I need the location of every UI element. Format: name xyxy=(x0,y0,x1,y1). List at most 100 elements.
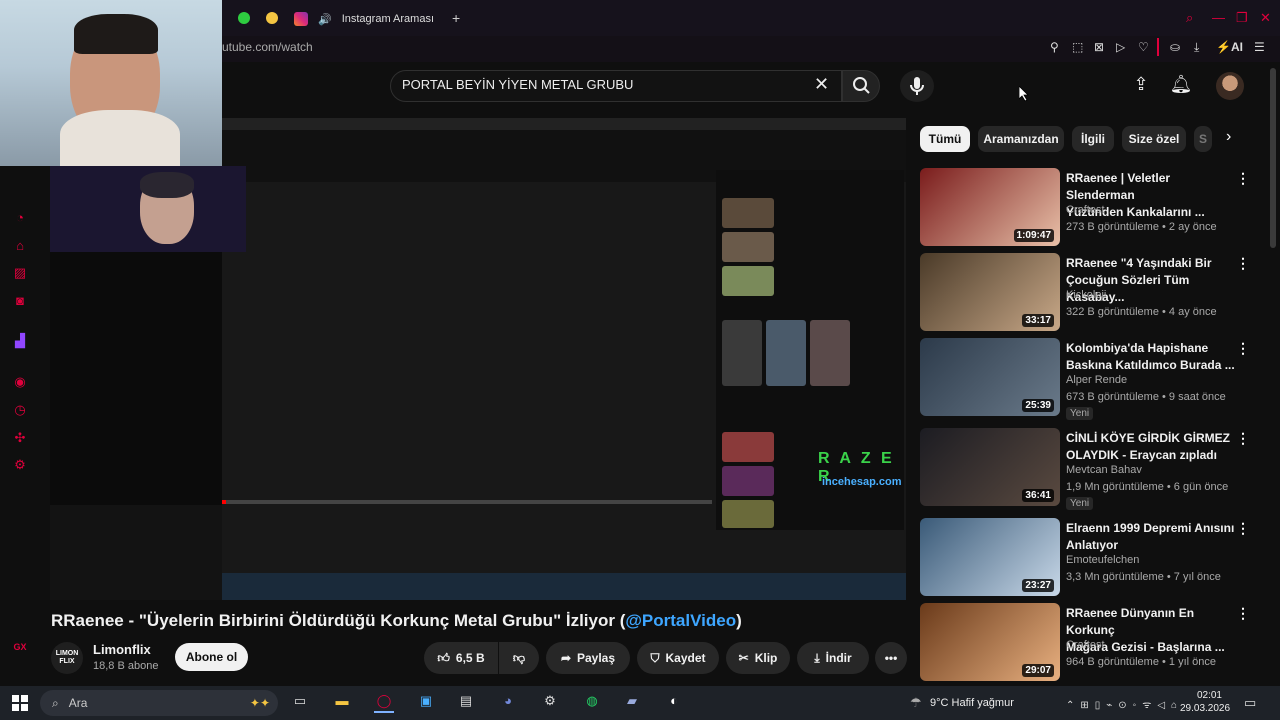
recommended-item[interactable]: 29:07 RRaenee Dünyanın En Korkunç Mağara … xyxy=(920,603,1270,683)
sidebar-messenger-icon[interactable]: ◙ xyxy=(12,293,28,309)
channel-name[interactable]: Mevtcan Bahav xyxy=(1066,464,1142,476)
recommended-item[interactable]: 33:17 RRaenee "4 Yaşındaki Bir Çocuğun Sö… xyxy=(920,253,1270,333)
channel-name[interactable]: Kickoloji xyxy=(1066,289,1106,301)
chip-all[interactable]: Tümü xyxy=(920,126,970,152)
channel-name-main[interactable]: Limonflix xyxy=(93,642,151,657)
video-meta: 273 B görüntüleme • 2 ay önce xyxy=(1066,221,1217,233)
scrollbar[interactable] xyxy=(1270,68,1276,248)
gx-search-icon[interactable]: ⌕ xyxy=(1186,10,1193,26)
clip-button[interactable]: ✂ Klip xyxy=(726,642,790,674)
video-thumbnail[interactable]: 36:41 xyxy=(920,428,1060,506)
voice-search-button[interactable] xyxy=(900,70,934,102)
channel-avatar[interactable]: LIMON FLIX xyxy=(51,642,83,674)
app-icon[interactable]: ▤ xyxy=(456,693,476,713)
sidebar-play-icon[interactable]: ◉ xyxy=(12,374,28,390)
upload-icon[interactable]: ⇪ xyxy=(1129,74,1153,98)
channel-name[interactable]: Craftest xyxy=(1066,639,1105,651)
more-actions-button[interactable]: ••• xyxy=(875,642,907,674)
download-icon[interactable]: ⤓ xyxy=(1194,40,1199,55)
video-thumbnail[interactable]: 29:07 xyxy=(920,603,1060,681)
mic-icon xyxy=(910,77,924,95)
channel-name[interactable]: Craftest xyxy=(1066,204,1105,216)
search-button[interactable] xyxy=(842,70,880,102)
new-tab-button[interactable]: + xyxy=(452,10,460,26)
notepad-icon[interactable]: ▰ xyxy=(622,693,642,713)
weather-text[interactable]: 9°C Hafif yağmur xyxy=(930,697,1014,709)
save-button[interactable]: ⛉ Kaydet xyxy=(637,642,719,674)
channel-mention-link[interactable]: @PortalVideo xyxy=(625,611,736,630)
chip-from-search[interactable]: Aramanızdan xyxy=(978,126,1064,152)
scissors-icon: ✂ xyxy=(738,651,749,665)
channel-name[interactable]: Emoteufelchen xyxy=(1066,554,1139,566)
sidebar-bag-icon[interactable]: ⌂ xyxy=(12,238,28,254)
whatsapp-icon[interactable]: ◍ xyxy=(582,693,602,713)
more-vert-icon[interactable]: ⋮ xyxy=(1236,170,1250,187)
chevron-right-icon[interactable]: › xyxy=(1226,128,1231,146)
opera-gx-taskbar-icon[interactable]: ◯ xyxy=(374,693,394,713)
video-thumbnail[interactable]: 33:17 xyxy=(920,253,1060,331)
maximize-icon[interactable]: ❐ xyxy=(1236,10,1248,26)
pin-icon[interactable]: ⚲ xyxy=(1050,40,1059,54)
url-field[interactable]: utube.com/watch xyxy=(222,40,313,54)
subscribe-button[interactable]: Abone ol xyxy=(175,643,248,671)
dislike-button[interactable]: 👎︎ xyxy=(499,642,539,674)
video-title[interactable]: CİNLİ KÖYE GİRDİK GİRMEZ OLAYDIK - Erayca… xyxy=(1066,430,1241,464)
chip-for-you[interactable]: Size özel xyxy=(1122,126,1186,152)
clear-search-icon[interactable]: ✕ xyxy=(814,74,829,95)
tab-favicon-emoji[interactable] xyxy=(266,12,278,24)
sidebar-wall-icon[interactable]: ▨ xyxy=(12,265,28,281)
heart-icon[interactable]: ♡ xyxy=(1138,40,1149,54)
tray-icons[interactable]: ⌃⊞▯⌁⊙◦ᯤ◁⌂ xyxy=(1066,697,1183,711)
chip-related[interactable]: İlgili xyxy=(1072,126,1114,152)
windows-start-icon[interactable] xyxy=(12,695,28,716)
more-vert-icon[interactable]: ⋮ xyxy=(1236,605,1250,622)
minimize-icon[interactable]: — xyxy=(1212,10,1225,25)
task-view-icon[interactable]: ▭ xyxy=(290,693,310,713)
recommended-item[interactable]: 23:27 Elraenn 1999 Depremi Anısını Anlatı… xyxy=(920,518,1270,598)
like-button[interactable]: 👍︎ 6,5 B xyxy=(424,642,498,674)
video-title[interactable]: Kolombiya'da Hapishane Baskına Katıldımco… xyxy=(1066,340,1241,374)
channel-name[interactable]: Alper Rende xyxy=(1066,374,1127,386)
recommended-item[interactable]: 25:39 Kolombiya'da Hapishane Baskına Katı… xyxy=(920,338,1270,420)
search-input[interactable]: PORTAL BEYİN YİYEN METAL GRUBU xyxy=(402,77,633,92)
taskbar-search[interactable]: ⌕ Ara ✦✦ xyxy=(40,690,278,716)
share-button[interactable]: ➦ Paylaş xyxy=(546,642,630,674)
twitch-icon[interactable]: ▟ xyxy=(12,333,28,349)
wallet-icon[interactable]: ⛀ xyxy=(1170,40,1180,54)
recommended-item[interactable]: 36:41 CİNLİ KÖYE GİRDİK GİRMEZ OLAYDIK - … xyxy=(920,428,1270,510)
more-vert-icon[interactable]: ⋮ xyxy=(1236,520,1250,537)
account-avatar[interactable] xyxy=(1216,72,1244,100)
ai-button[interactable]: ⚡AI xyxy=(1216,40,1243,54)
more-vert-icon[interactable]: ⋮ xyxy=(1236,430,1250,447)
download-video-button[interactable]: ⤓ İndir xyxy=(797,642,869,674)
active-tab[interactable]: 🔊 Instagram Araması xyxy=(294,8,434,30)
video-thumbnail[interactable]: 1:09:47 xyxy=(920,168,1060,246)
sidebar-speed-icon[interactable]: ◔ xyxy=(12,210,28,226)
taskbar-clock[interactable]: 02:01 29.03.2026 xyxy=(1180,689,1230,715)
adblock-icon[interactable]: ⊠ xyxy=(1094,40,1104,54)
play-icon[interactable]: ▷ xyxy=(1116,40,1125,54)
settings-icon[interactable]: ⚙ xyxy=(12,457,28,473)
notifications-icon[interactable]: 🔔︎ xyxy=(1169,74,1193,98)
photos-icon[interactable]: ▣ xyxy=(416,693,436,713)
discord-icon[interactable]: ◕ xyxy=(498,693,518,713)
settings-taskbar-icon[interactable]: ⚙ xyxy=(540,693,560,713)
recommended-item[interactable]: 1:09:47 RRaenee | Veletler Slenderman Yüz… xyxy=(920,168,1270,248)
screenshot-icon[interactable]: ⬚ xyxy=(1072,40,1083,54)
menu-icon[interactable]: ☰ xyxy=(1254,40,1265,54)
extensions-icon[interactable]: ✣ xyxy=(12,430,28,446)
obs-icon[interactable]: ◐ xyxy=(664,693,684,713)
chip-more[interactable]: S xyxy=(1194,126,1212,152)
more-vert-icon[interactable]: ⋮ xyxy=(1236,340,1250,357)
video-thumbnail[interactable]: 25:39 xyxy=(920,338,1060,416)
more-vert-icon[interactable]: ⋮ xyxy=(1236,255,1250,272)
tab-favicon-green[interactable] xyxy=(238,12,250,24)
subscriber-count: 18,8 B abone xyxy=(93,660,159,672)
file-explorer-icon[interactable]: ▬ xyxy=(332,693,352,713)
close-window-icon[interactable]: ✕ xyxy=(1260,10,1271,26)
video-title[interactable]: Elraenn 1999 Depremi Anısını Anlatıyor xyxy=(1066,520,1241,554)
history-icon[interactable]: ◷ xyxy=(12,402,28,418)
guest-webcam xyxy=(50,166,246,252)
notification-center-icon[interactable]: ▭ xyxy=(1244,695,1256,711)
video-thumbnail[interactable]: 23:27 xyxy=(920,518,1060,596)
